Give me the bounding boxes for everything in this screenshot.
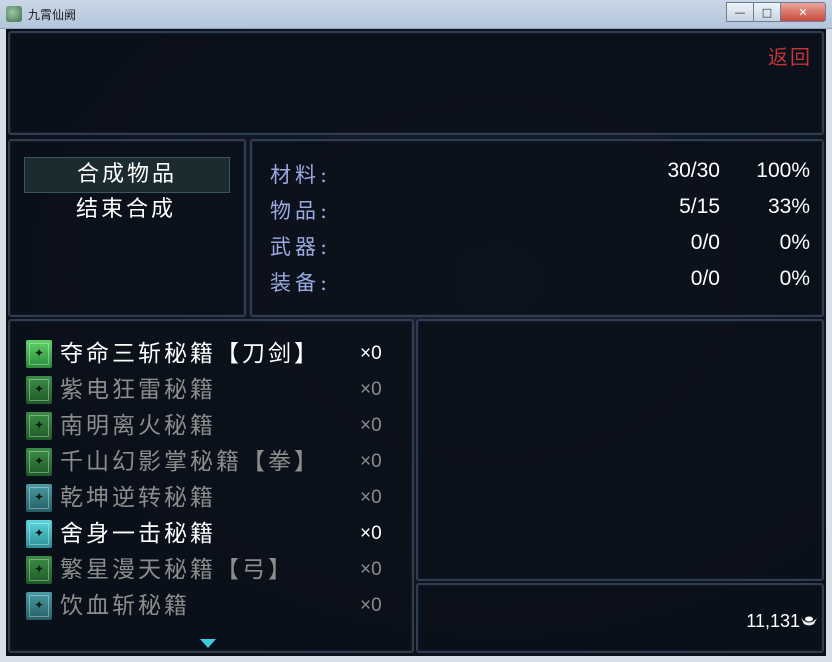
maximize-button[interactable]: □ (753, 2, 781, 22)
stat-value: 5/15 (679, 195, 720, 218)
recipe-item[interactable]: ✦ 舍身一击秘籍 ×0 (26, 517, 396, 551)
stat-percent: 33% (767, 195, 810, 218)
stat-percent: 0% (779, 267, 810, 290)
window-titlebar: 九霄仙阙 — □ ✕ (0, 0, 832, 29)
help-window: 返回 (8, 31, 824, 135)
scroll-down-arrow-icon[interactable] (200, 639, 216, 648)
item-name: 饮血斩秘籍 (60, 593, 190, 619)
recipe-item[interactable]: ✦ 紫电狂雷秘籍 ×0 (26, 373, 396, 407)
cyan-scroll-icon: ✦ (26, 484, 52, 512)
command-window: 合成物品 结束合成 (8, 139, 246, 317)
green-scroll-icon: ✦ (26, 340, 52, 368)
item-name: 紫电狂雷秘籍 (60, 377, 216, 403)
recipe-item[interactable]: ✦ 南明离火秘籍 ×0 (26, 409, 396, 443)
item-quantity: ×0 (360, 451, 382, 472)
gold-amount: 11,131 (746, 611, 800, 631)
stat-label: 材料: (270, 163, 332, 187)
stat-row-items: 物品: 5/15 33% (270, 195, 810, 225)
stat-label: 武器: (270, 235, 332, 259)
item-quantity: ×0 (360, 595, 382, 616)
green-scroll-icon: ✦ (26, 556, 52, 584)
item-quantity: ×0 (360, 523, 382, 544)
stat-percent: 0% (779, 231, 810, 254)
stats-window: 材料: 30/30 100% 物品: 5/15 33% 武器: 0/0 0% 装… (250, 139, 824, 317)
green-scroll-icon: ✦ (26, 448, 52, 476)
item-quantity: ×0 (360, 559, 382, 580)
ingot-icon (801, 616, 817, 626)
menu-item-end-synthesis[interactable]: 结束合成 (24, 193, 228, 227)
stat-row-weapons: 武器: 0/0 0% (270, 231, 810, 261)
item-quantity: ×0 (360, 487, 382, 508)
stat-value: 0/0 (690, 231, 720, 254)
window-controls: — □ ✕ (726, 2, 826, 22)
green-scroll-icon: ✦ (26, 412, 52, 440)
item-detail-window (416, 319, 824, 581)
gold-window: 11,131 (416, 583, 824, 653)
item-name: 南明离火秘籍 (60, 413, 216, 439)
stat-row-materials: 材料: 30/30 100% (270, 159, 810, 189)
item-quantity: ×0 (360, 343, 382, 364)
recipe-item[interactable]: ✦ 乾坤逆转秘籍 ×0 (26, 481, 396, 515)
item-name: 千山幻影掌秘籍【拳】 (60, 449, 320, 475)
recipe-list-window: ✦ 夺命三斩秘籍【刀剑】 ×0 ✦ 紫电狂雷秘籍 ×0 ✦ 南明离火秘籍 ×0 … (8, 319, 414, 653)
menu-item-synthesize[interactable]: 合成物品 (24, 157, 230, 193)
stat-value: 0/0 (690, 267, 720, 290)
item-quantity: ×0 (360, 379, 382, 400)
minimize-button[interactable]: — (726, 2, 754, 22)
back-button[interactable]: 返回 (768, 41, 812, 70)
close-button[interactable]: ✕ (780, 2, 826, 22)
game-screen: 返回 合成物品 结束合成 材料: 30/30 100% 物品: 5/15 33%… (6, 29, 826, 656)
item-name: 舍身一击秘籍 (60, 521, 216, 547)
stat-value: 30/30 (667, 159, 720, 182)
stat-label: 装备: (270, 271, 332, 295)
item-quantity: ×0 (360, 415, 382, 436)
stat-row-equipment: 装备: 0/0 0% (270, 267, 810, 297)
app-icon (6, 6, 22, 22)
recipe-item[interactable]: ✦ 夺命三斩秘籍【刀剑】 ×0 (26, 337, 396, 371)
item-name: 乾坤逆转秘籍 (60, 485, 216, 511)
cyan-scroll-icon: ✦ (26, 592, 52, 620)
window-title: 九霄仙阙 (28, 8, 77, 22)
recipe-item[interactable]: ✦ 千山幻影掌秘籍【拳】 ×0 (26, 445, 396, 479)
green-scroll-icon: ✦ (26, 376, 52, 404)
item-name: 夺命三斩秘籍【刀剑】 (60, 341, 320, 367)
recipe-item[interactable]: ✦ 饮血斩秘籍 ×0 (26, 589, 396, 623)
stat-label: 物品: (270, 199, 332, 223)
recipe-item[interactable]: ✦ 繁星漫天秘籍【弓】 ×0 (26, 553, 396, 587)
cyan-scroll-icon: ✦ (26, 520, 52, 548)
stat-percent: 100% (756, 159, 810, 182)
item-name: 繁星漫天秘籍【弓】 (60, 557, 294, 583)
